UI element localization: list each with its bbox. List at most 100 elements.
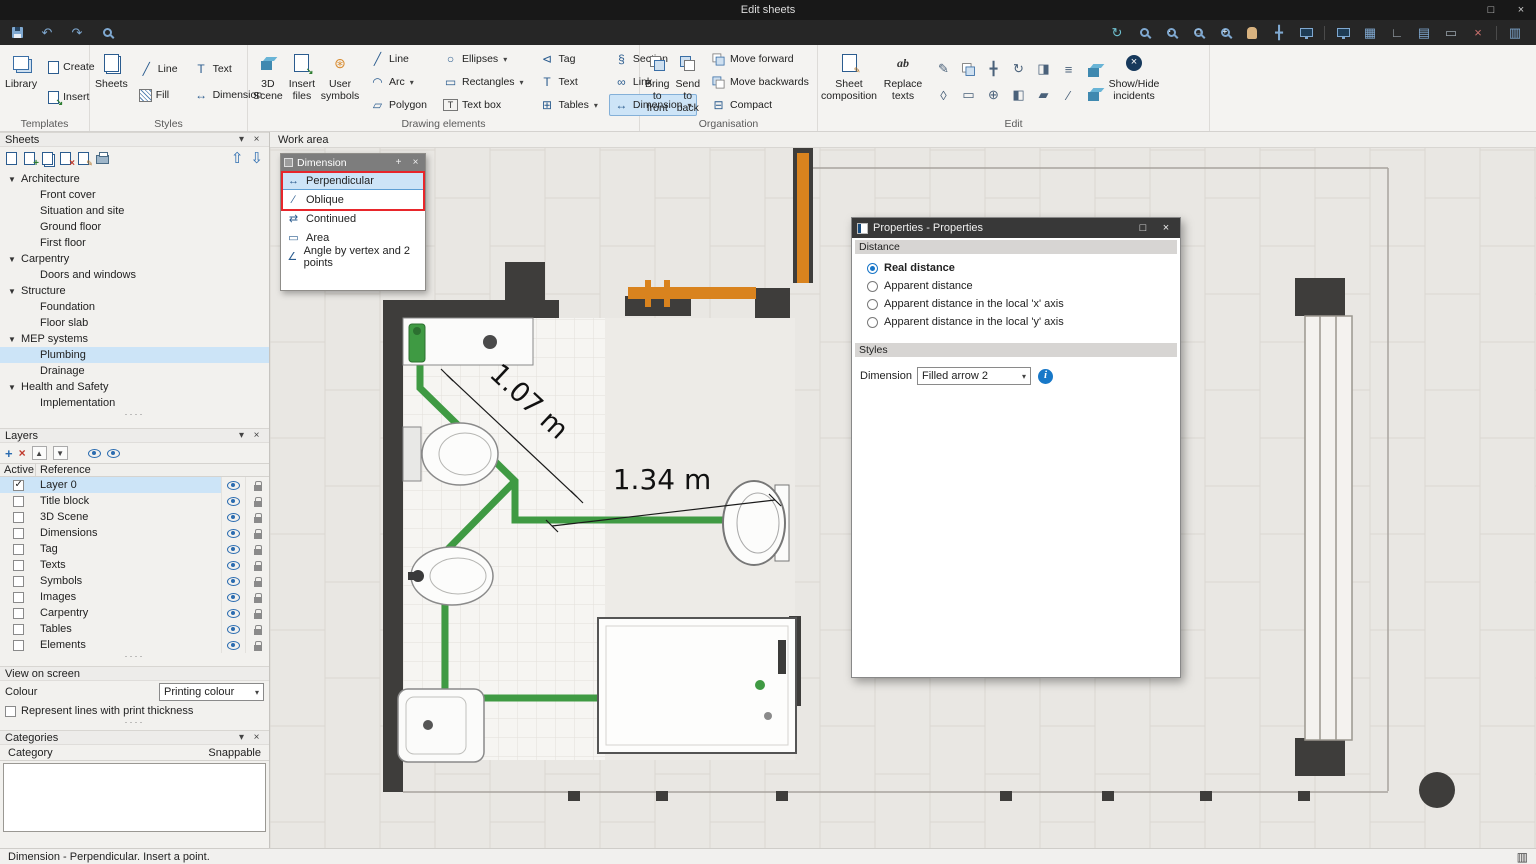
sheets-style-button[interactable]: Sheets [95,48,128,116]
text-box-button[interactable]: Text box [438,94,529,116]
layer-row[interactable]: Texts [0,557,269,573]
categories-list[interactable] [3,763,266,832]
info-icon[interactable]: i [1038,368,1053,384]
insert-files-button[interactable]: Insert files [289,48,315,116]
layer-row[interactable]: Tables [0,621,269,637]
offset-icon[interactable]: ≡ [1058,58,1080,80]
delete-icon[interactable]: × [1469,24,1487,42]
pin-icon[interactable]: + [392,157,405,168]
continued-tool[interactable]: ⇄ Continued [281,209,425,228]
layer-active-checkbox[interactable] [12,639,24,651]
lock-icon[interactable] [253,496,262,507]
lock-icon[interactable] [253,480,262,491]
hide-all-layers-icon[interactable] [106,448,120,458]
washbasin[interactable] [397,688,485,763]
tree-group-architecture[interactable]: ▼ Architecture [0,171,269,187]
copy-icon[interactable] [958,58,980,80]
trim-icon[interactable]: ▭ [958,84,980,106]
close-icon[interactable]: × [409,157,422,168]
layer-row[interactable]: 3D Scene [0,509,269,525]
redo-icon[interactable]: ↷ [68,24,86,42]
copy-sheet-icon[interactable] [42,151,53,165]
toilet-2[interactable] [722,480,790,566]
lock-icon[interactable] [253,544,262,555]
rotate-icon[interactable]: ↻ [1008,58,1030,80]
new-sheet-icon[interactable] [6,151,17,165]
layer-up-icon[interactable]: ▲ [31,446,47,460]
arc-button[interactable]: ◠ Arc ▾ [365,71,432,93]
layer-row[interactable]: Symbols [0,573,269,589]
perpendicular-tool[interactable]: ↔ Perpendicular [281,171,425,190]
line-style-button[interactable]: ╱ Line [134,58,183,80]
layer-down-icon[interactable]: ▼ [52,446,68,460]
mirror-icon[interactable]: ◨ [1033,58,1055,80]
delete-layer-icon[interactable]: × [19,446,26,460]
zoom-in-icon[interactable]: + [1216,24,1234,42]
delete-sheet-icon[interactable] [60,151,75,169]
dimension-style-select[interactable]: Filled arrow 2 ▾ [917,367,1031,385]
keyboard-icon[interactable]: ▦ [1361,24,1379,42]
save-icon[interactable] [8,24,26,42]
apparent-x-option[interactable]: Apparent distance in the local 'x' axis [855,295,1177,313]
tree-group-health-safety[interactable]: ▼ Health and Safety [0,379,269,395]
collapse-icon[interactable]: ▾ [234,732,249,743]
layer-active-checkbox[interactable] [12,591,24,603]
zoom-extents-icon[interactable]: ╋ [1270,24,1288,42]
visibility-icon[interactable] [227,528,240,538]
close-icon[interactable]: × [249,134,264,145]
lock-icon[interactable] [253,608,262,619]
layer-active-checkbox[interactable] [12,559,24,571]
send-to-back-button[interactable]: Send to back [676,48,700,116]
layer-active-checkbox[interactable] [12,623,24,635]
tables-button[interactable]: ⊞ Tables ▾ [535,94,603,116]
layout-icon[interactable]: ▥ [1517,850,1528,864]
add-layer-icon[interactable]: + [5,446,13,461]
tree-group-mep[interactable]: ▼ MEP systems [0,331,269,347]
polygon-button[interactable]: ▱ Polygon [365,94,432,116]
drawing-canvas[interactable]: 1.07 m 1.34 m Dimension + × ↔ Perpendicu… [270,148,1536,848]
hatch-edit-icon[interactable]: ▰ [1033,84,1055,106]
layer-active-checkbox[interactable] [12,543,24,555]
layer-active-checkbox[interactable] [12,495,24,507]
eraser-icon[interactable]: ◊ [933,84,955,106]
restore-icon[interactable]: □ [1476,0,1506,20]
stretch-icon[interactable]: ◧ [1008,84,1030,106]
move-icon[interactable]: ╋ [983,58,1005,80]
zoom-all-icon[interactable]: · [1162,24,1180,42]
visibility-icon[interactable] [227,544,240,554]
undo-icon[interactable]: ↶ [38,24,56,42]
layer-active-checkbox[interactable] [12,479,24,491]
real-distance-option[interactable]: Real distance [855,259,1177,277]
lock-icon[interactable] [253,624,262,635]
comment-icon[interactable]: ▭ [1442,24,1460,42]
tree-item-foundation[interactable]: Foundation [0,299,269,315]
replace-texts-button[interactable]: Replace texts [881,48,925,116]
line-button[interactable]: ╱ Line [365,48,432,70]
edit-sheet-icon[interactable] [78,151,93,168]
close-icon[interactable]: × [249,430,264,441]
print-icon[interactable] [96,152,109,164]
visibility-icon[interactable] [227,640,240,650]
layer-active-checkbox[interactable] [12,511,24,523]
compact-button[interactable]: ⊟ Compact [706,94,814,116]
pan-icon[interactable] [1243,24,1261,42]
layer-row[interactable]: Carpentry [0,605,269,621]
cube-up-icon[interactable] [1088,68,1099,77]
tree-group-carpentry[interactable]: ▼ Carpentry [0,251,269,267]
zoom-window-icon[interactable]: □ [1189,24,1207,42]
library-button[interactable]: Library [5,48,37,116]
close-icon[interactable]: × [1506,0,1536,20]
layer-row[interactable]: Layer 0 [0,477,269,493]
calendar-icon[interactable]: ▤ [1415,24,1433,42]
sheet-composition-button[interactable]: Sheet composition [821,48,877,116]
lock-icon[interactable] [253,560,262,571]
tree-item-situation[interactable]: Situation and site [0,203,269,219]
layer-row[interactable]: Dimensions [0,525,269,541]
search-icon[interactable] [98,24,116,42]
lock-icon[interactable] [253,512,262,523]
maximize-icon[interactable]: □ [1134,222,1152,234]
3d-scene-button[interactable]: 3D Scene [253,48,283,116]
layer-active-checkbox[interactable] [12,575,24,587]
collapse-icon[interactable]: ▾ [234,430,249,441]
refresh-zoom-icon[interactable]: ↻ [1108,24,1126,42]
